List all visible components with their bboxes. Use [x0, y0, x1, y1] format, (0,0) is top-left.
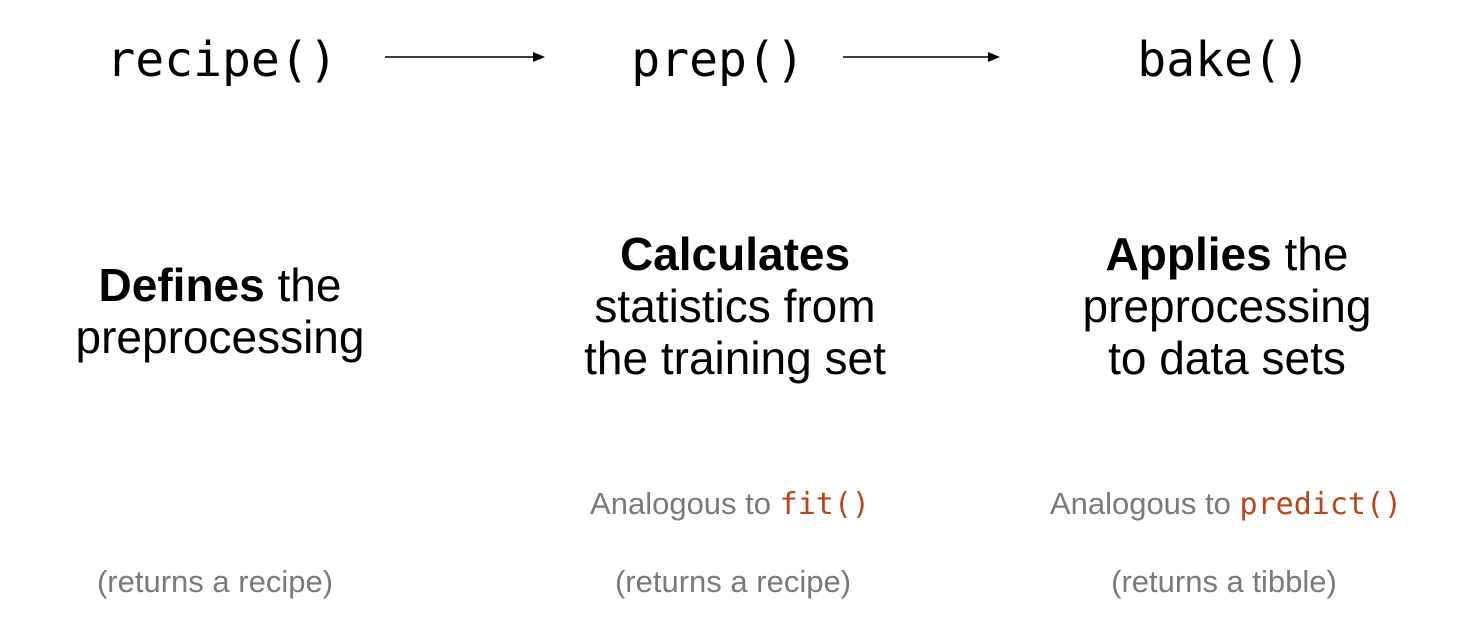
arrow-prep-to-bake [843, 50, 1000, 64]
recipe-description-line2: preprocessing [75, 311, 365, 363]
recipe-description-line1: the [277, 259, 342, 311]
bake-analogous: Analogous to predict() [1050, 484, 1402, 525]
prep-returns: (returns a recipe) [614, 564, 852, 599]
prep-description-line3: the training set [584, 332, 886, 384]
arrow-recipe-to-prep [385, 50, 545, 64]
bake-returns: (returns a tibble) [1111, 564, 1337, 599]
prep-function-label: prep() [631, 32, 805, 88]
recipe-function-label: recipe() [106, 32, 338, 88]
prep-description-line2: statistics from [594, 280, 876, 332]
bake-analogous-prefix: Analogous to [1049, 486, 1231, 521]
bake-function-label: bake() [1137, 32, 1311, 88]
recipe-description: Defines the preprocessing [76, 259, 365, 363]
prep-analogous: Analogous to fit() [590, 484, 870, 525]
prep-description: Calculates statistics from the training … [584, 228, 886, 384]
bake-analogous-code: predict() [1239, 487, 1403, 522]
bake-description-line2: preprocessing [1082, 280, 1372, 332]
recipe-returns: (returns a recipe) [96, 564, 334, 599]
bake-description: Applies the preprocessing to data sets [1083, 228, 1372, 384]
bake-description-line1: the [1284, 228, 1349, 280]
prep-analogous-prefix: Analogous to [590, 486, 772, 521]
bake-description-line3: to data sets [1108, 332, 1346, 384]
prep-description-bold: Calculates [619, 228, 851, 280]
prep-analogous-code: fit() [779, 487, 870, 522]
bake-description-bold: Applies [1105, 228, 1272, 280]
recipe-description-bold: Defines [98, 259, 265, 311]
